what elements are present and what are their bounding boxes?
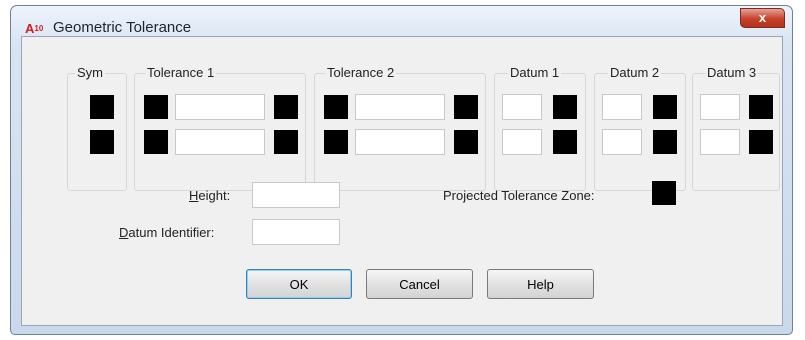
datum-1-value-2[interactable]: [502, 129, 542, 155]
tolerance-1-group: Tolerance 1: [134, 65, 306, 191]
datum-2-material-condition-2[interactable]: [653, 130, 677, 154]
tolerance-1-label: Tolerance 1: [145, 65, 217, 80]
datum-3-label: Datum 3: [705, 65, 759, 80]
datum-2-value-1[interactable]: [602, 94, 642, 120]
datum-1-group: Datum 1: [494, 65, 586, 191]
datum-3-value-2[interactable]: [700, 129, 740, 155]
tolerance-1-value-1[interactable]: [175, 94, 265, 120]
tolerance-2-value-1[interactable]: [355, 94, 445, 120]
datum-2-label: Datum 2: [608, 65, 662, 80]
datum-identifier-label: Datum Identifier:: [119, 225, 215, 240]
projected-tolerance-zone-toggle[interactable]: [652, 181, 676, 205]
tolerance-2-value-2[interactable]: [355, 129, 445, 155]
datum-1-value-1[interactable]: [502, 94, 542, 120]
datum-3-material-condition-2[interactable]: [749, 130, 773, 154]
datum-3-material-condition-1[interactable]: [749, 95, 773, 119]
tolerance-2-diameter-1[interactable]: [324, 95, 348, 119]
datum-1-material-condition-1[interactable]: [553, 95, 577, 119]
autocad-logo-icon: A10: [25, 21, 44, 36]
window-title: Geometric Tolerance: [53, 19, 192, 36]
dialog-content: Sym Tolerance 1 Tolerance 2 Datum 1 Datu…: [21, 36, 783, 326]
tolerance-1-material-condition-1[interactable]: [274, 95, 298, 119]
tolerance-2-material-condition-2[interactable]: [454, 130, 478, 154]
tolerance-2-diameter-2[interactable]: [324, 130, 348, 154]
close-button[interactable]: x: [740, 8, 785, 28]
sym-symbol-1[interactable]: [90, 95, 114, 119]
datum-2-value-2[interactable]: [602, 129, 642, 155]
tolerance-2-material-condition-1[interactable]: [454, 95, 478, 119]
tolerance-1-diameter-2[interactable]: [144, 130, 168, 154]
cancel-button[interactable]: Cancel: [366, 269, 473, 299]
datum-3-group: Datum 3: [692, 65, 780, 191]
tolerance-1-value-2[interactable]: [175, 129, 265, 155]
ok-button[interactable]: OK: [246, 269, 352, 299]
height-label: Height:: [189, 188, 231, 203]
tolerance-2-label: Tolerance 2: [325, 65, 397, 80]
help-button[interactable]: Help: [487, 269, 594, 299]
sym-label: Sym: [75, 65, 105, 80]
datum-2-group: Datum 2: [594, 65, 686, 191]
sym-group: Sym: [67, 65, 127, 191]
datum-3-value-1[interactable]: [700, 94, 740, 120]
tolerance-1-material-condition-2[interactable]: [274, 130, 298, 154]
datum-1-label: Datum 1: [508, 65, 562, 80]
close-icon: x: [758, 10, 767, 25]
datum-identifier-input[interactable]: [252, 219, 340, 245]
datum-2-material-condition-1[interactable]: [653, 95, 677, 119]
datum-1-material-condition-2[interactable]: [553, 130, 577, 154]
height-input[interactable]: [252, 182, 340, 208]
geometric-tolerance-dialog: A10 Geometric Tolerance x Sym Tolerance …: [10, 5, 793, 335]
projected-tolerance-zone-label: Projected Tolerance Zone:: [443, 188, 595, 203]
sym-symbol-2[interactable]: [90, 130, 114, 154]
tolerance-2-group: Tolerance 2: [314, 65, 486, 191]
tolerance-1-diameter-1[interactable]: [144, 95, 168, 119]
